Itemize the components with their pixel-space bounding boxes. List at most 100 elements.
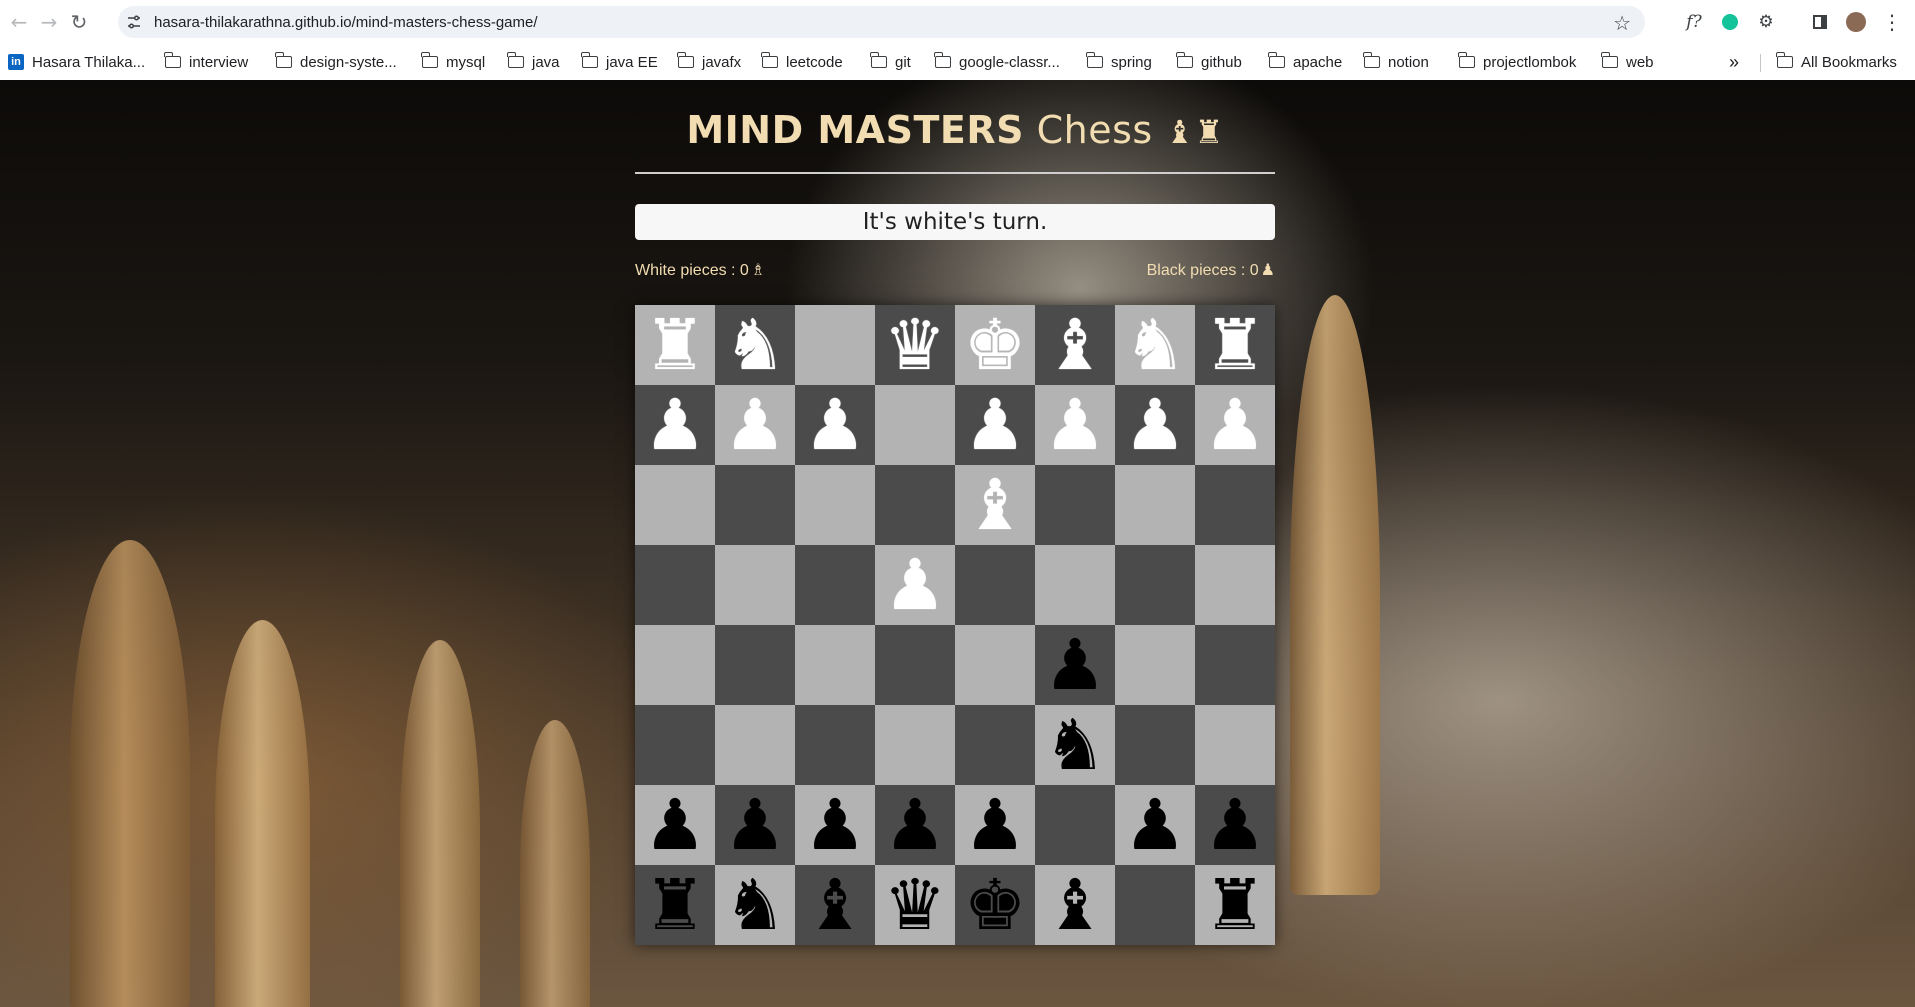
bookmark-star-icon[interactable]: ☆ [1613,11,1631,35]
board-square-h4[interactable] [1195,545,1275,625]
white-rook-icon[interactable]: ♜ [644,310,707,380]
side-panel-icon[interactable] [1807,9,1833,35]
board-square-g6[interactable] [1115,705,1195,785]
bookmark-item[interactable]: web [1601,50,1654,74]
board-square-h3[interactable] [1195,465,1275,545]
board-square-b3[interactable] [715,465,795,545]
board-square-a4[interactable] [635,545,715,625]
black-king-icon[interactable]: ♚ [964,870,1027,940]
black-rook-icon[interactable]: ♜ [644,870,707,940]
white-pawn-icon[interactable]: ♟ [964,390,1027,460]
bookmark-item[interactable]: projectlombok [1458,50,1576,74]
board-square-e4[interactable] [955,545,1035,625]
address-bar[interactable]: hasara-thilakarathna.github.io/mind-mast… [118,6,1645,38]
black-knight-icon[interactable]: ♞ [1044,710,1107,780]
bookmark-item[interactable]: design-syste... [275,50,397,74]
board-square-c3[interactable] [795,465,875,545]
black-pawn-icon[interactable]: ♟ [1204,790,1267,860]
board-square-b4[interactable] [715,545,795,625]
reload-icon[interactable]: ↻ [64,7,94,37]
board-square-f4[interactable] [1035,545,1115,625]
bookmarks-overflow-icon[interactable]: » [1729,50,1739,74]
board-square-e1[interactable]: ♚ [955,305,1035,385]
board-square-h8[interactable]: ♜ [1195,865,1275,945]
board-square-f1[interactable]: ♝ [1035,305,1115,385]
black-pawn-icon[interactable]: ♟ [724,790,787,860]
bookmark-item[interactable]: spring [1086,50,1152,74]
board-square-c4[interactable] [795,545,875,625]
black-rook-icon[interactable]: ♜ [1204,870,1267,940]
forward-icon[interactable]: → [34,7,64,37]
white-queen-icon[interactable]: ♛ [884,310,947,380]
board-square-c8[interactable]: ♝ [795,865,875,945]
board-square-c1[interactable] [795,305,875,385]
board-square-g5[interactable] [1115,625,1195,705]
board-square-f3[interactable] [1035,465,1115,545]
bookmark-item[interactable]: leetcode [761,50,843,74]
black-pawn-icon[interactable]: ♟ [1124,790,1187,860]
board-square-f8[interactable]: ♝ [1035,865,1115,945]
white-king-icon[interactable]: ♚ [964,310,1027,380]
bookmark-item[interactable]: javafx [677,50,741,74]
back-icon[interactable]: ← [4,7,34,37]
white-rook-icon[interactable]: ♜ [1204,310,1267,380]
board-square-a7[interactable]: ♟ [635,785,715,865]
formula-extension-icon[interactable]: f? [1681,9,1707,35]
white-pawn-icon[interactable]: ♟ [1124,390,1187,460]
board-square-b2[interactable]: ♟ [715,385,795,465]
bookmark-item[interactable]: in Hasara Thilaka... [8,50,145,74]
board-square-f2[interactable]: ♟ [1035,385,1115,465]
board-square-a2[interactable]: ♟ [635,385,715,465]
profile-avatar[interactable] [1843,9,1869,35]
board-square-e5[interactable] [955,625,1035,705]
board-square-d8[interactable]: ♛ [875,865,955,945]
white-knight-icon[interactable]: ♞ [1124,310,1187,380]
bookmark-item[interactable]: interview [164,50,248,74]
white-pawn-icon[interactable]: ♟ [724,390,787,460]
all-bookmarks-button[interactable]: All Bookmarks [1776,50,1897,74]
board-square-e7[interactable]: ♟ [955,785,1035,865]
board-square-b7[interactable]: ♟ [715,785,795,865]
bookmark-item[interactable]: git [870,50,911,74]
black-pawn-icon[interactable]: ♟ [884,790,947,860]
board-square-g2[interactable]: ♟ [1115,385,1195,465]
white-pawn-icon[interactable]: ♟ [1044,390,1107,460]
board-square-d5[interactable] [875,625,955,705]
bookmark-item[interactable]: mysql [421,50,485,74]
board-square-h5[interactable] [1195,625,1275,705]
board-square-d3[interactable] [875,465,955,545]
board-square-c7[interactable]: ♟ [795,785,875,865]
board-square-f5[interactable]: ♟ [1035,625,1115,705]
board-square-d1[interactable]: ♛ [875,305,955,385]
board-square-c5[interactable] [795,625,875,705]
white-pawn-icon[interactable]: ♟ [644,390,707,460]
board-square-e6[interactable] [955,705,1035,785]
board-square-e2[interactable]: ♟ [955,385,1035,465]
black-bishop-icon[interactable]: ♝ [804,870,867,940]
site-settings-icon[interactable] [126,14,142,30]
bookmark-item[interactable]: java EE [581,50,658,74]
board-square-a8[interactable]: ♜ [635,865,715,945]
board-square-g3[interactable] [1115,465,1195,545]
extensions-puzzle-icon[interactable]: ⚙ [1753,9,1779,35]
bookmark-item[interactable]: java [507,50,560,74]
board-square-e8[interactable]: ♚ [955,865,1035,945]
board-square-a3[interactable] [635,465,715,545]
bookmark-item[interactable]: apache [1268,50,1342,74]
board-square-b6[interactable] [715,705,795,785]
black-knight-icon[interactable]: ♞ [724,870,787,940]
black-pawn-icon[interactable]: ♟ [964,790,1027,860]
board-square-g1[interactable]: ♞ [1115,305,1195,385]
white-pawn-icon[interactable]: ♟ [884,550,947,620]
board-square-c6[interactable] [795,705,875,785]
board-square-b1[interactable]: ♞ [715,305,795,385]
white-pawn-icon[interactable]: ♟ [1204,390,1267,460]
board-square-b8[interactable]: ♞ [715,865,795,945]
board-square-d2[interactable] [875,385,955,465]
board-square-e3[interactable]: ♝ [955,465,1035,545]
black-pawn-icon[interactable]: ♟ [644,790,707,860]
board-square-f7[interactable] [1035,785,1115,865]
board-square-h1[interactable]: ♜ [1195,305,1275,385]
bookmark-item[interactable]: github [1176,50,1242,74]
board-square-g8[interactable] [1115,865,1195,945]
